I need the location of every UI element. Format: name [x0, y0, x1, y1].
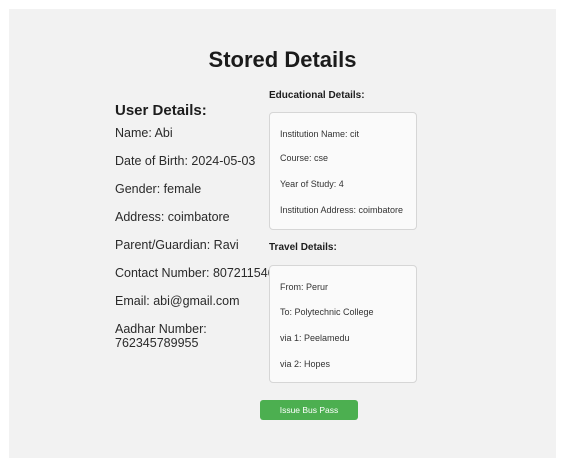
travel-to: To: Polytechnic College	[280, 307, 374, 317]
education-year: Year of Study: 4	[280, 179, 344, 189]
travel-from: From: Perur	[280, 282, 329, 292]
user-aadhar-label: Aadhar Number:	[115, 322, 207, 336]
user-details-heading: User Details:	[115, 102, 207, 119]
page-title: Stored Details	[208, 47, 357, 72]
education-institution: Institution Name: cit	[280, 129, 360, 139]
user-gender: Gender: female	[115, 182, 202, 196]
education-card: Institution Name: cit Course: cse Year o…	[269, 112, 417, 230]
travel-card: From: Perur To: Polytechnic College via …	[269, 265, 417, 383]
issue-bus-pass-button[interactable]: Issue Bus Pass	[260, 400, 358, 420]
travel-via-1: via 1: Peelamedu	[280, 333, 350, 343]
education-institution-address: Institution Address: coimbatore	[280, 205, 404, 215]
user-contact: Contact Number: 8072115467	[115, 266, 282, 280]
user-guardian: Parent/Guardian: Ravi	[115, 238, 239, 252]
education-course: Course: cse	[280, 153, 329, 163]
user-name: Name: Abi	[115, 126, 173, 140]
user-aadhar-value: 762345789955	[115, 336, 199, 350]
user-email: Email: abi@gmail.com	[115, 294, 240, 308]
travel-via-2: via 2: Hopes	[280, 359, 331, 369]
details-panel: Stored Details User Details: Name: Abi D…	[9, 9, 556, 458]
education-heading: Educational Details:	[269, 90, 365, 101]
user-address: Address: coimbatore	[115, 210, 230, 224]
travel-heading: Travel Details:	[269, 242, 337, 253]
user-dob: Date of Birth: 2024-05-03	[115, 154, 256, 168]
